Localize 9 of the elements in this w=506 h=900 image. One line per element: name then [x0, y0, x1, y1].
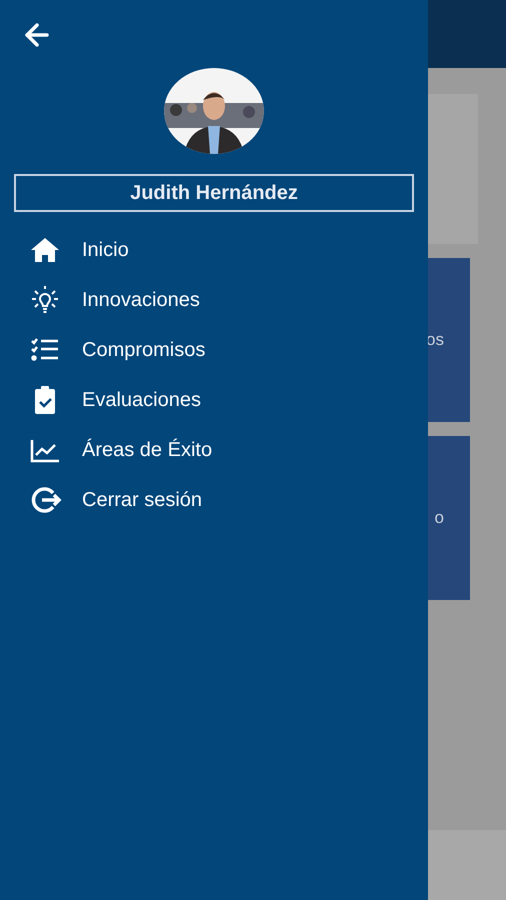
card-label: o [434, 507, 444, 530]
menu-item[interactable]: Compromisos [28, 332, 388, 367]
menu-item[interactable]: Inicio [28, 232, 388, 267]
menu-item[interactable]: Innovaciones [28, 282, 388, 317]
menu-item[interactable]: Evaluaciones [28, 382, 388, 417]
user-name: Judith Hernández [14, 174, 414, 212]
menu-card[interactable]: o [428, 436, 470, 600]
menu-item[interactable]: Áreas de Éxito [28, 432, 388, 467]
menu-item[interactable]: Cerrar sesión [28, 482, 388, 517]
